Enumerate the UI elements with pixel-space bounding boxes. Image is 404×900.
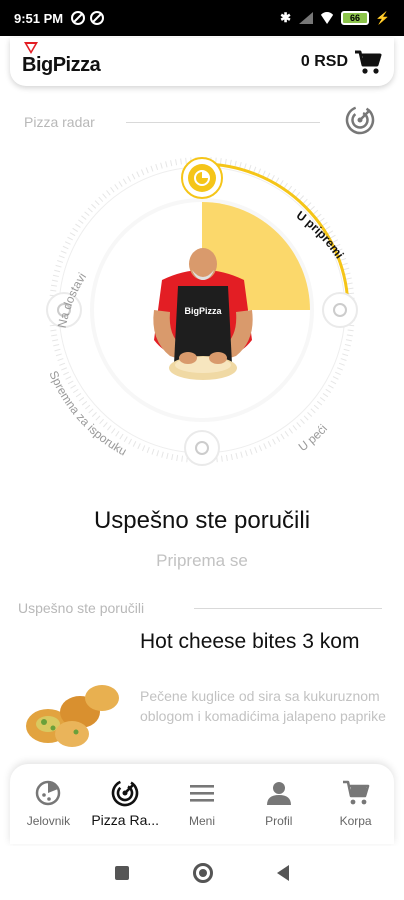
status-bar: 9:51 PM ✱ 66 ⚡	[0, 0, 404, 36]
bluetooth-icon: ✱	[280, 10, 292, 25]
order-item-name: Hot cheese bites 3 kom	[140, 630, 360, 653]
bottom-navigation: Jelovnik Pizza Ra... Meni Profil Korpa	[10, 764, 394, 844]
system-navigation-bar	[0, 846, 404, 900]
stage-label-u-peci: U peći	[296, 422, 330, 455]
signal-icon	[297, 12, 314, 24]
notification-icon	[90, 11, 105, 25]
chef-illustration: BigPizza	[153, 248, 253, 380]
divider	[126, 122, 320, 123]
stage-node	[184, 430, 220, 466]
stage-node	[322, 292, 358, 328]
nav-item-pizza-radar[interactable]: Pizza Ra...	[87, 764, 164, 844]
menu-icon	[189, 785, 214, 802]
header-cart[interactable]: 0 RSD	[301, 49, 382, 75]
stage-node-active	[181, 157, 223, 199]
stage-label-u-pripremi: U pripremi	[294, 208, 347, 261]
logo-text: BigPizza	[22, 53, 101, 76]
nav-label: Meni	[188, 814, 215, 828]
nav-item-meni[interactable]: Meni	[164, 764, 241, 844]
person-icon	[266, 782, 291, 805]
bigpizza-logo[interactable]: BigPizza	[22, 41, 101, 77]
status-time: 9:51 PM	[14, 10, 64, 26]
hot-cheese-bites-image	[26, 685, 119, 747]
order-status-title: Uspešno ste poručili	[93, 507, 311, 534]
order-status-subtitle: Priprema se	[156, 551, 248, 570]
nav-item-jelovnik[interactable]: Jelovnik	[10, 764, 87, 844]
notification-icon	[71, 11, 86, 25]
nav-label: Pizza Ra...	[91, 812, 160, 828]
pizza-icon	[36, 780, 61, 806]
radar-refresh-icon[interactable]	[344, 104, 376, 136]
nav-label: Korpa	[339, 814, 372, 828]
nav-item-profil[interactable]: Profil	[240, 764, 317, 844]
nav-item-korpa[interactable]: Korpa	[317, 764, 394, 844]
cart-amount: 0 RSD	[300, 53, 348, 70]
radar-section-title: Pizza radar	[24, 114, 95, 130]
wifi-icon	[319, 12, 336, 24]
battery-icon: 66	[341, 11, 370, 25]
app-header: BigPizza 0 RSD	[10, 38, 394, 86]
radar-icon	[111, 779, 139, 807]
back-button[interactable]	[277, 865, 289, 881]
svg-text:BigPizza: BigPizza	[184, 306, 222, 316]
logo-mark-icon	[24, 41, 38, 54]
nav-label: Jelovnik	[26, 814, 71, 828]
charging-icon: ⚡	[375, 11, 390, 25]
recents-button[interactable]	[115, 866, 129, 880]
nav-label: Profil	[265, 814, 293, 828]
cart-icon[interactable]	[354, 49, 382, 75]
order-item-description: Pečene kuglice od sira sa kukuruznom obl…	[140, 688, 386, 724]
cart-icon	[342, 780, 369, 805]
home-button[interactable]	[193, 863, 213, 883]
divider	[194, 608, 382, 609]
order-section-title: Uspešno ste poručili	[18, 600, 145, 616]
